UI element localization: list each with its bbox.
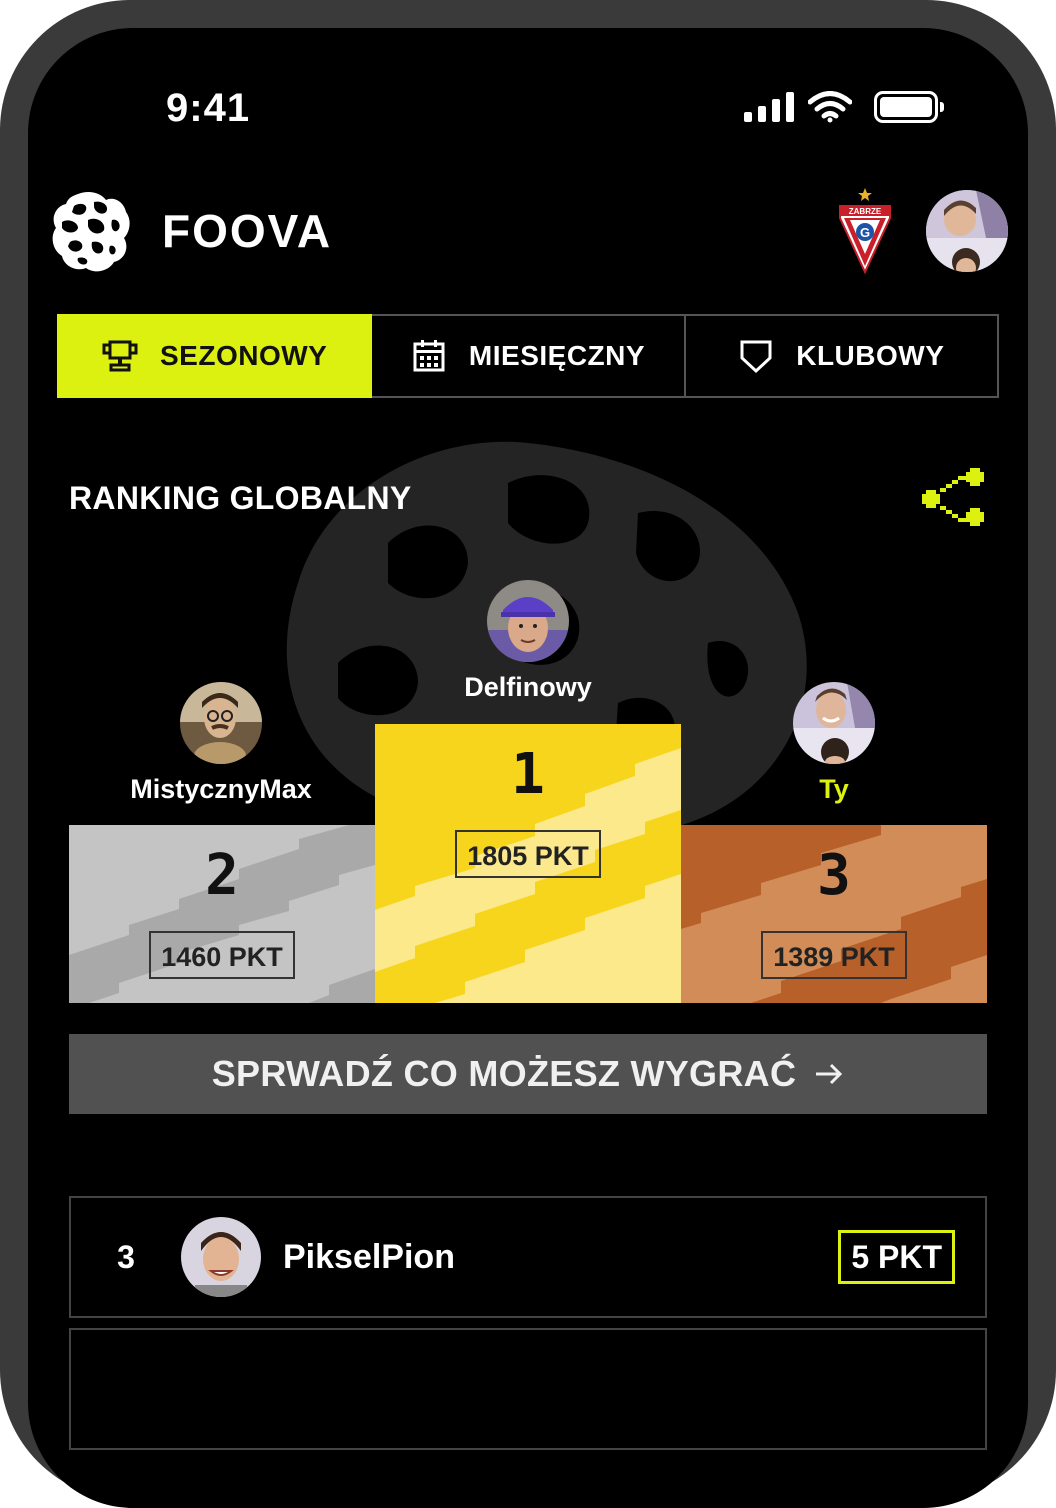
list-item-points: 5 PKT <box>838 1230 955 1284</box>
ranking-tabs: SEZONOWY MIESIĘCZNY KLUBOWY <box>57 314 999 398</box>
podium-third-points: 1389 PKT <box>761 931 907 979</box>
list-item-rank: 3 <box>117 1238 135 1275</box>
list-item-name: PikselPion <box>283 1237 455 1276</box>
tab-miesieczny[interactable]: MIESIĘCZNY <box>372 314 686 398</box>
prizes-cta-button[interactable]: SPRWADŹ CO MOŻESZ WYGRAĆ <box>69 1034 987 1114</box>
app-screen: 9:41 FOOVA ZABRZE G SEZONOWY MIESIĘCZNY … <box>28 28 1028 1508</box>
arrow-right-icon <box>816 1063 843 1085</box>
trophy-icon <box>102 340 138 372</box>
wifi-icon <box>808 91 852 123</box>
podium-first-name: Delfinowy <box>464 672 592 702</box>
signal-icon <box>744 92 794 122</box>
tab-miesieczny-label: MIESIĘCZNY <box>468 340 646 371</box>
club-badge-icon[interactable]: ZABRZE G <box>834 188 896 274</box>
list-item[interactable]: 3 PikselPion 5 PKT <box>69 1196 987 1318</box>
tab-klubowy-label: KLUBOWY <box>796 340 945 371</box>
share-icon[interactable] <box>922 468 992 530</box>
list-item[interactable] <box>69 1328 987 1450</box>
battery-icon <box>874 91 944 123</box>
status-time: 9:41 <box>166 86 251 130</box>
prizes-cta-label: SPRWADŹ CO MOŻESZ WYGRAĆ <box>211 1053 797 1094</box>
podium-second-points: 1460 PKT <box>149 931 295 979</box>
tab-sezonowy[interactable]: SEZONOWY <box>57 314 373 398</box>
svg-text:ZABRZE: ZABRZE <box>849 207 882 216</box>
tab-sezonowy-label: SEZONOWY <box>159 340 328 371</box>
podium-second-name: MistycznyMax <box>130 774 312 804</box>
brand-name: FOOVA <box>162 205 333 257</box>
foova-logo-icon[interactable] <box>48 190 132 274</box>
podium-third-name: Ty <box>819 774 849 804</box>
avatar-third-place[interactable] <box>793 682 875 764</box>
podium-first-points: 1805 PKT <box>455 830 601 878</box>
tab-klubowy[interactable]: KLUBOWY <box>685 314 999 398</box>
podium-third-block: 3 1389 PKT <box>681 825 987 1003</box>
podium-second-rank: 2 <box>205 843 239 908</box>
svg-text:G: G <box>860 225 870 240</box>
avatar-first-place[interactable] <box>487 580 569 662</box>
avatar-second-place[interactable] <box>180 682 262 764</box>
podium-first-rank: 1 <box>511 742 545 807</box>
section-title: RANKING GLOBALNY <box>69 480 412 516</box>
shield-icon <box>740 340 772 374</box>
podium-second-block: 2 1460 PKT <box>69 825 375 1003</box>
podium-third-rank: 3 <box>817 843 851 908</box>
calendar-icon <box>413 340 445 372</box>
status-icons <box>744 90 944 124</box>
list-item-avatar <box>181 1217 261 1297</box>
user-avatar[interactable] <box>926 190 1008 272</box>
podium-first-block: 1 1805 PKT <box>375 724 681 1003</box>
